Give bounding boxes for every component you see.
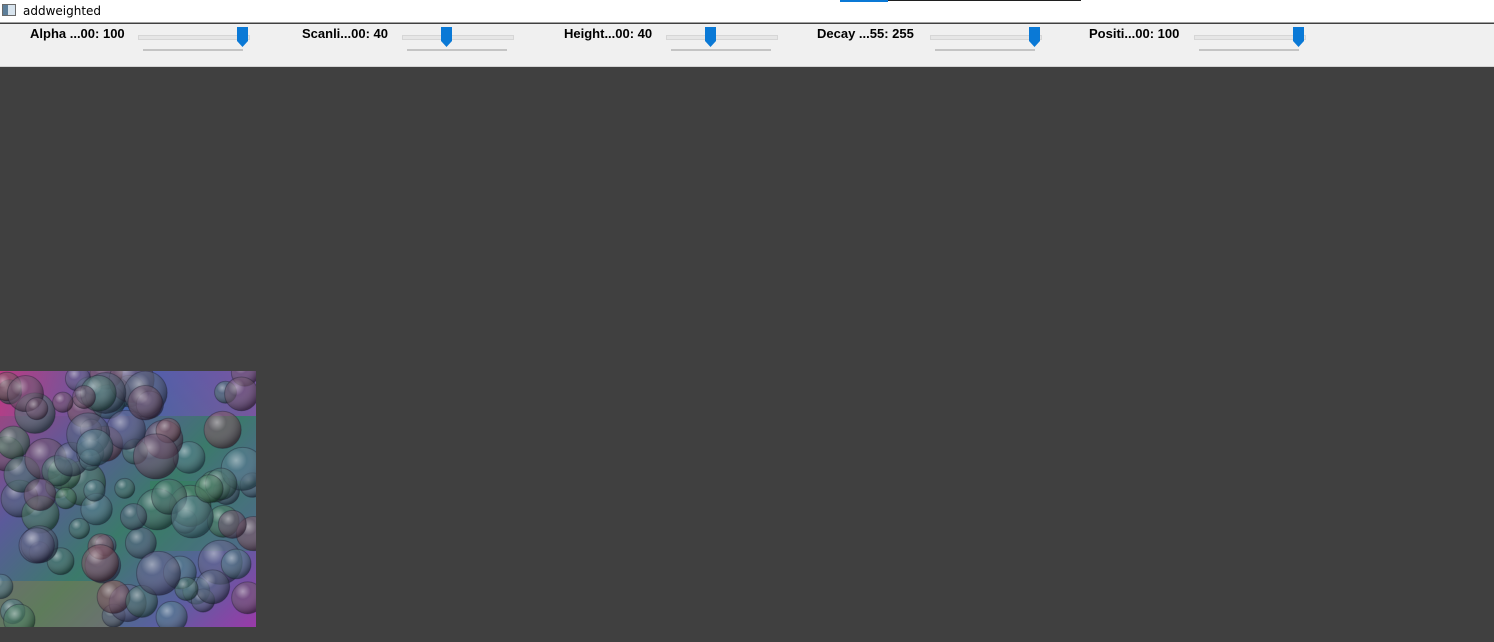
slider-thumb[interactable] bbox=[705, 27, 716, 47]
window-app-icon bbox=[2, 4, 16, 16]
slider-thumb[interactable] bbox=[1293, 27, 1304, 47]
slider-tick-rule bbox=[935, 49, 1035, 51]
trackbar-alpha-label: Alpha ...00: 100 bbox=[30, 26, 125, 41]
slider-track[interactable] bbox=[930, 35, 1042, 40]
slider-track[interactable] bbox=[138, 35, 250, 40]
slider-tick-rule bbox=[1199, 49, 1299, 51]
slider-thumb[interactable] bbox=[441, 27, 452, 47]
trackbar-panel: Alpha ...00: 100 Scanli...00: 40 Height.… bbox=[0, 24, 1494, 67]
slider-tick-rule bbox=[671, 49, 771, 51]
trackbar-decay-label: Decay ...55: 255 bbox=[817, 26, 914, 41]
trackbar-scanlines-label: Scanli...00: 40 bbox=[302, 26, 388, 41]
window-title: addweighted bbox=[23, 4, 102, 18]
trackbar-scanlines-slider[interactable] bbox=[402, 24, 514, 67]
bubbles-image bbox=[0, 371, 256, 627]
slider-tick-rule bbox=[143, 49, 243, 51]
trackbar-decay-slider[interactable] bbox=[930, 24, 1042, 67]
slider-thumb[interactable] bbox=[237, 27, 248, 47]
window-titlebar: addweighted bbox=[0, 0, 1494, 23]
trackbar-position-label: Positi...00: 100 bbox=[1089, 26, 1180, 41]
slider-track[interactable] bbox=[402, 35, 514, 40]
slider-track[interactable] bbox=[666, 35, 778, 40]
slider-thumb[interactable] bbox=[1029, 27, 1040, 47]
trackbar-alpha-slider[interactable] bbox=[138, 24, 250, 67]
slider-tick-rule bbox=[407, 49, 507, 51]
titlebar-accent-line bbox=[840, 0, 1081, 2]
slider-track[interactable] bbox=[1194, 35, 1306, 40]
trackbar-height-label: Height...00: 40 bbox=[564, 26, 653, 41]
trackbar-position-slider[interactable] bbox=[1194, 24, 1306, 67]
bubbles-image-svg bbox=[0, 371, 256, 627]
trackbar-height-slider[interactable] bbox=[666, 24, 778, 67]
